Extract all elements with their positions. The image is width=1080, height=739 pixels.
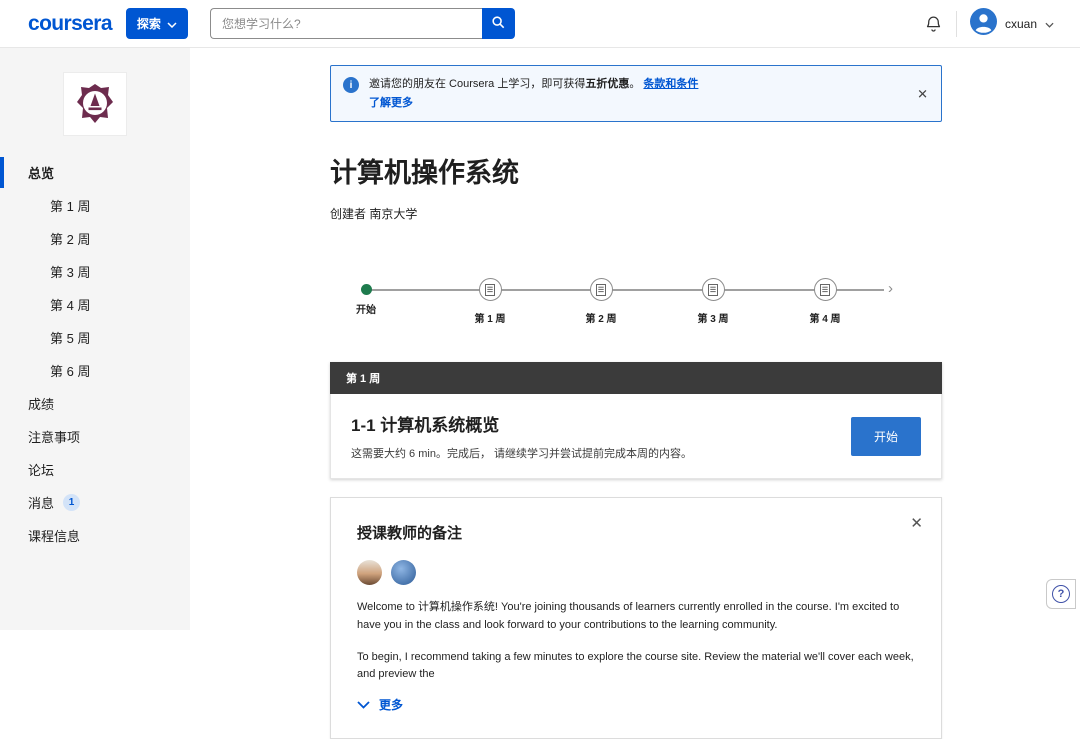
timeline-label: 开始 bbox=[356, 305, 376, 317]
document-icon bbox=[701, 278, 725, 302]
lesson-title[interactable]: 1-1 计算机系统概览 bbox=[351, 411, 833, 436]
help-button[interactable]: ? bbox=[1046, 579, 1076, 609]
course-sidebar: 总览 第 1 周 第 2 周 第 3 周 第 4 周 第 5 周 第 6 周 成… bbox=[0, 48, 190, 630]
lesson-description: 这需要大约 6 min。完成后， 请继续学习并尝试提前完成本周的内容。 bbox=[351, 448, 693, 461]
close-icon[interactable]: ✕ bbox=[917, 87, 928, 100]
course-timeline: 开始 第 1 周 第 2 周 第 3 周 第 4 周 › bbox=[330, 278, 942, 340]
sidebar-item-messages[interactable]: 消息 1 bbox=[0, 486, 190, 519]
header-divider bbox=[955, 10, 957, 37]
sidebar-item-label: 第 5 周 bbox=[50, 331, 91, 346]
main-content: i 邀请您的朋友在 Coursera 上学习，即可获得五折优惠。 条款和条件 了… bbox=[330, 48, 942, 739]
document-icon bbox=[478, 278, 502, 302]
header-right: cxuan bbox=[924, 7, 1054, 40]
instructor-avatars bbox=[357, 560, 915, 586]
document-icon bbox=[589, 278, 613, 302]
creator-name[interactable]: 南京大学 bbox=[369, 207, 417, 221]
timeline-label: 第 2 周 bbox=[585, 314, 617, 326]
creator-label: 创建者 bbox=[330, 207, 367, 222]
notes-paragraph: To begin, I recommend taking a few minut… bbox=[357, 650, 914, 681]
banner-text-part2: 。 bbox=[629, 78, 641, 90]
timeline-node-week1[interactable]: 第 1 周 bbox=[445, 278, 535, 325]
sidebar-item-week6[interactable]: 第 6 周 bbox=[0, 354, 190, 387]
timeline-label: 第 3 周 bbox=[697, 314, 729, 326]
help-icon: ? bbox=[1052, 585, 1070, 603]
sidebar-item-label: 第 4 周 bbox=[50, 298, 91, 313]
coursera-logo[interactable]: coursera bbox=[28, 12, 113, 36]
sidebar-item-week1[interactable]: 第 1 周 bbox=[0, 189, 190, 222]
timeline-label: 第 1 周 bbox=[474, 314, 506, 326]
document-icon bbox=[813, 278, 837, 302]
week-header-bar: 第 1 周 bbox=[330, 362, 942, 395]
chevron-down-icon bbox=[357, 696, 370, 714]
notes-title: 授课教师的备注 bbox=[357, 525, 463, 543]
user-menu[interactable]: cxuan bbox=[969, 7, 1054, 40]
timeline-node-week4[interactable]: 第 4 周 bbox=[780, 278, 870, 325]
start-button[interactable]: 开始 bbox=[850, 416, 921, 456]
explore-label: 探索 bbox=[136, 17, 161, 31]
notifications-bell-icon[interactable] bbox=[924, 14, 943, 33]
instructor-avatar[interactable] bbox=[357, 560, 382, 586]
more-label: 更多 bbox=[379, 698, 404, 713]
search-bar bbox=[209, 8, 515, 39]
chevron-down-icon bbox=[167, 17, 177, 31]
chevron-right-icon: › bbox=[888, 280, 893, 298]
timeline-node-start[interactable]: 开始 bbox=[321, 278, 411, 316]
sidebar-item-overview[interactable]: 总览 bbox=[0, 156, 190, 189]
promo-banner-text: 邀请您的朋友在 Coursera 上学习，即可获得五折优惠。 条款和条件 了解更… bbox=[369, 75, 698, 112]
sidebar-item-label: 消息 bbox=[28, 496, 55, 511]
sidebar-item-label: 总览 bbox=[28, 166, 55, 181]
sidebar-item-label: 第 2 周 bbox=[50, 232, 91, 247]
lesson-card: 1-1 计算机系统概览 这需要大约 6 min。完成后， 请继续学习并尝试提前完… bbox=[330, 394, 942, 480]
messages-badge: 1 bbox=[63, 494, 81, 511]
university-logo bbox=[63, 72, 127, 136]
banner-text-part1: 邀请您的朋友在 Coursera 上学习，即可获得 bbox=[369, 78, 586, 90]
learn-more-link[interactable]: 了解更多 bbox=[369, 94, 698, 113]
notes-paragraph: Welcome to 计算机操作系统! You're joining thous… bbox=[357, 601, 900, 631]
sidebar-item-course-info[interactable]: 课程信息 bbox=[0, 519, 190, 552]
sidebar-item-forum[interactable]: 论坛 bbox=[0, 453, 190, 486]
sidebar-item-label: 论坛 bbox=[28, 463, 55, 478]
sidebar-item-week5[interactable]: 第 5 周 bbox=[0, 321, 190, 354]
sidebar-item-label: 第 6 周 bbox=[50, 364, 91, 379]
sidebar-item-label: 课程信息 bbox=[28, 529, 81, 544]
username-label: cxuan bbox=[1004, 16, 1037, 31]
sidebar-item-week4[interactable]: 第 4 周 bbox=[0, 288, 190, 321]
sidebar-item-label: 成绩 bbox=[28, 397, 55, 412]
avatar bbox=[969, 7, 997, 40]
instructor-notes-card: 授课教师的备注 ✕ Welcome to 计算机操作系统! You're joi… bbox=[330, 497, 942, 739]
timeline-node-week2[interactable]: 第 2 周 bbox=[556, 278, 646, 325]
search-icon bbox=[491, 15, 505, 32]
course-creator: 创建者 南京大学 bbox=[330, 205, 942, 222]
search-input[interactable] bbox=[209, 8, 482, 39]
expand-more-link[interactable]: 更多 bbox=[357, 696, 915, 714]
promo-banner: i 邀请您的朋友在 Coursera 上学习，即可获得五折优惠。 条款和条件 了… bbox=[330, 65, 942, 123]
banner-highlight: 五折优惠 bbox=[585, 78, 630, 90]
sidebar-item-week2[interactable]: 第 2 周 bbox=[0, 222, 190, 255]
lesson-info: 1-1 计算机系统概览 这需要大约 6 min。完成后， 请继续学习并尝试提前完… bbox=[351, 411, 833, 461]
terms-link[interactable]: 条款和条件 bbox=[643, 78, 698, 90]
sidebar-item-label: 第 3 周 bbox=[50, 265, 91, 280]
timeline-node-week3[interactable]: 第 3 周 bbox=[668, 278, 758, 325]
sidebar-item-week3[interactable]: 第 3 周 bbox=[0, 255, 190, 288]
page-title: 计算机操作系统 bbox=[330, 158, 519, 189]
search-button[interactable] bbox=[481, 8, 515, 39]
top-header: coursera 探索 您想学习什么? cxuan bbox=[0, 0, 1080, 48]
sidebar-item-notes[interactable]: 注意事项 bbox=[0, 420, 190, 453]
close-icon[interactable]: ✕ bbox=[910, 514, 923, 532]
start-dot-icon bbox=[360, 284, 372, 296]
week-section: 第 1 周 1-1 计算机系统概览 这需要大约 6 min。完成后， 请继续学习… bbox=[330, 362, 942, 480]
instructor-avatar[interactable] bbox=[391, 560, 416, 586]
info-icon: i bbox=[343, 77, 359, 93]
explore-button[interactable]: 探索 bbox=[125, 8, 188, 39]
sidebar-item-label: 注意事项 bbox=[28, 430, 81, 445]
chevron-down-icon bbox=[1045, 15, 1054, 33]
sidebar-item-grades[interactable]: 成绩 bbox=[0, 387, 190, 420]
sidebar-item-label: 第 1 周 bbox=[50, 199, 91, 214]
timeline-label: 第 4 周 bbox=[809, 314, 841, 326]
